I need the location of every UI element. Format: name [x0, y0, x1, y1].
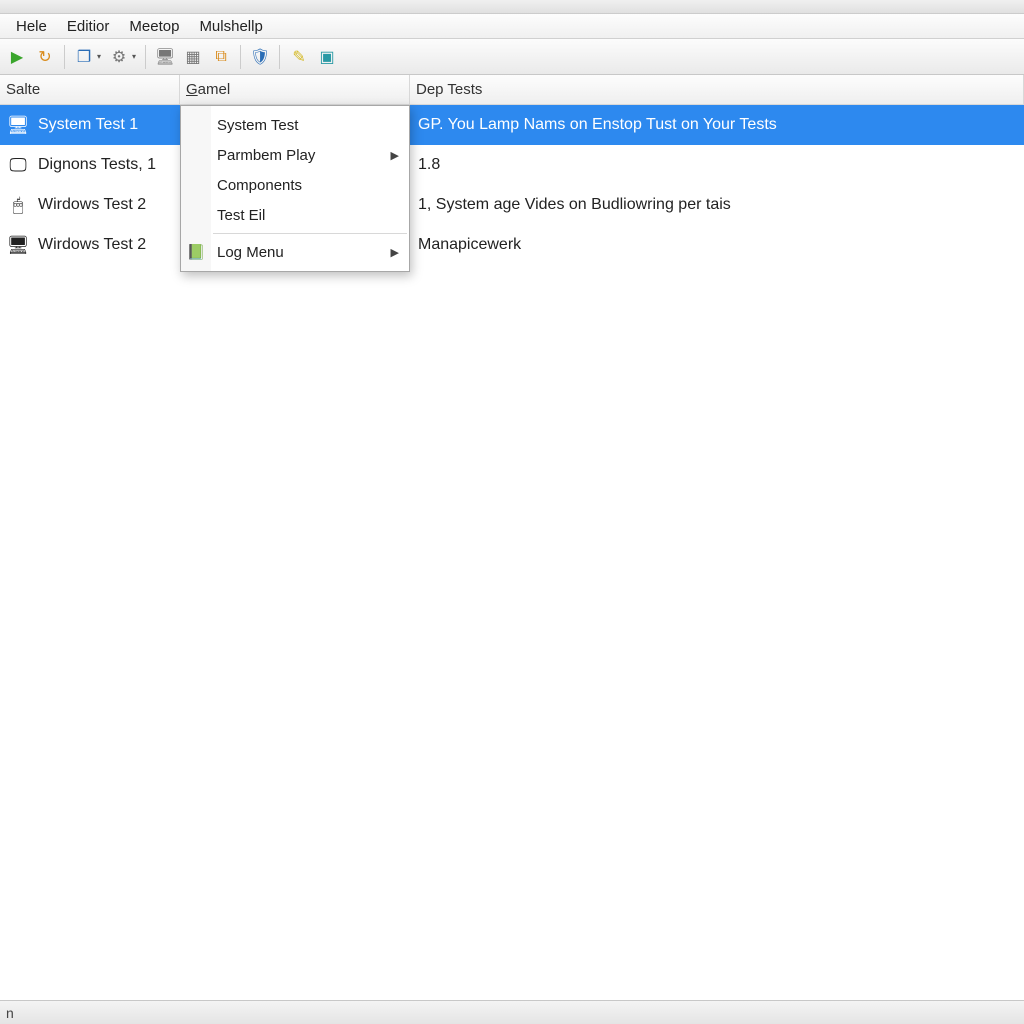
row-label: Wirdows Test 2 — [38, 196, 146, 214]
column-headers: Salte Gamel Dep Tests — [0, 75, 1024, 105]
col-header-dep[interactable]: Dep Tests — [410, 75, 1024, 104]
panel-icon[interactable]: ▣ — [314, 44, 340, 70]
context-menu-item[interactable]: 📗 Log Menu ▶ — [181, 237, 409, 267]
menu-editior[interactable]: Editior — [57, 16, 120, 37]
shield-icon[interactable]: 🛡 — [247, 44, 273, 70]
menu-hele[interactable]: Hele — [6, 16, 57, 37]
menu-separator — [213, 233, 407, 234]
cell-salte: 🖥 System Test 1 — [0, 113, 180, 137]
menu-item-label: Components — [217, 177, 302, 194]
titlebar — [0, 0, 1024, 14]
menu-item-icon: 📗 — [186, 243, 206, 261]
computer-icon[interactable]: 🖥 — [152, 44, 178, 70]
menu-item-label: Test Eil — [217, 207, 265, 224]
dropdown-arrow-icon[interactable]: ▾ — [132, 52, 139, 61]
row-icon: 🖵 — [6, 153, 30, 177]
toolbar-separator — [240, 45, 241, 69]
row-label: System Test 1 — [38, 116, 138, 134]
copy-icon[interactable]: ⧉ — [208, 44, 234, 70]
cell-salte: 🖱 Wirdows Test 2 — [0, 193, 180, 217]
cell-dep: GP. You Lamp Nams on Enstop Tust on Your… — [410, 116, 1024, 134]
toolbar: ▶↻❐▾⚙▾🖥▦⧉🛡✎▣ — [0, 39, 1024, 75]
list-view[interactable]: 🖥 System Test 1 GP. You Lamp Nams on Ensto… — [0, 105, 1024, 1001]
context-menu-item[interactable]: Test Eil — [181, 200, 409, 230]
play-icon[interactable]: ▶ — [4, 44, 30, 70]
row-icon: 🖱 — [6, 193, 30, 217]
table-row[interactable]: 🖥 Wirdows Test 2 Manapicewerk — [0, 225, 1024, 265]
statusbar-text: n — [6, 1005, 14, 1021]
brush-icon[interactable]: ✎ — [286, 44, 312, 70]
cell-salte: 🖥 Wirdows Test 2 — [0, 233, 180, 257]
context-menu: System Test Parmbem Play ▶ Components Test E… — [180, 105, 410, 272]
cell-dep: Manapicewerk — [410, 236, 1024, 254]
row-label: Dignons Tests, 1 — [38, 156, 156, 174]
row-label: Wirdows Test 2 — [38, 236, 146, 254]
table-row[interactable]: 🖱 Wirdows Test 2 1, System age Vides on Bu… — [0, 185, 1024, 225]
grid-icon[interactable]: ▦ — [180, 44, 206, 70]
statusbar: n — [0, 1000, 1024, 1024]
menu-meetop[interactable]: Meetop — [119, 16, 189, 37]
menu-item-label: Log Menu — [217, 244, 284, 261]
toolbar-separator — [64, 45, 65, 69]
toolbar-separator — [145, 45, 146, 69]
row-icon: 🖥 — [6, 113, 30, 137]
menu-mulshellp[interactable]: Mulshellp — [189, 16, 272, 37]
table-row[interactable]: 🖥 System Test 1 GP. You Lamp Nams on Ensto… — [0, 105, 1024, 145]
row-icon: 🖥 — [6, 233, 30, 257]
refresh-icon[interactable]: ↻ — [32, 44, 58, 70]
context-menu-item[interactable]: System Test — [181, 110, 409, 140]
toolbar-separator — [279, 45, 280, 69]
context-menu-item[interactable]: Components — [181, 170, 409, 200]
app-window: Hele Editior Meetop Mulshellp ▶↻❐▾⚙▾🖥▦⧉🛡… — [0, 0, 1024, 1024]
cell-dep: 1.8 — [410, 156, 1024, 174]
cell-salte: 🖵 Dignons Tests, 1 — [0, 153, 180, 177]
cell-dep: 1, System age Vides on Budliowring per t… — [410, 196, 1024, 214]
submenu-arrow-icon: ▶ — [391, 149, 399, 162]
context-menu-item[interactable]: Parmbem Play ▶ — [181, 140, 409, 170]
menu-item-label: System Test — [217, 117, 298, 134]
menubar: Hele Editior Meetop Mulshellp — [0, 14, 1024, 39]
submenu-arrow-icon: ▶ — [391, 246, 399, 259]
stack-icon[interactable]: ❐ — [71, 44, 97, 70]
menu-item-label: Parmbem Play — [217, 147, 315, 164]
dropdown-arrow-icon[interactable]: ▾ — [97, 52, 104, 61]
col-header-salte[interactable]: Salte — [0, 75, 180, 104]
table-row[interactable]: 🖵 Dignons Tests, 1 1.8 — [0, 145, 1024, 185]
col-header-gamel[interactable]: Gamel — [180, 75, 410, 104]
gear-icon[interactable]: ⚙ — [106, 44, 132, 70]
